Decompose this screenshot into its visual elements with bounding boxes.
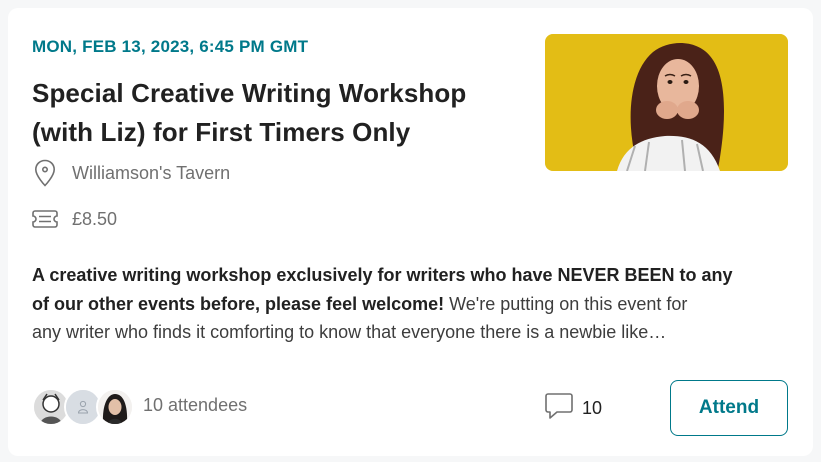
event-title[interactable]: Special Creative Writing Workshop (with … xyxy=(32,74,512,152)
description-bold-1: A creative writing workshop exclusively … xyxy=(32,265,733,285)
description-line-3: any writer who finds it comforting to kn… xyxy=(32,322,667,342)
attend-button[interactable]: Attend xyxy=(670,380,788,436)
avatar[interactable] xyxy=(96,388,134,426)
description-line-1: A creative writing workshop exclusively … xyxy=(32,261,792,290)
venue-row: Williamson's Tavern xyxy=(32,158,230,188)
ticket-icon xyxy=(32,204,58,234)
comment-count: 10 xyxy=(582,397,603,418)
event-image[interactable] xyxy=(545,34,788,171)
event-description: A creative writing workshop exclusively … xyxy=(32,261,792,347)
event-title-line-1: Special Creative Writing Workshop xyxy=(32,78,467,108)
comments[interactable]: 10 xyxy=(544,392,602,424)
location-pin-icon xyxy=(32,158,58,188)
price-row: £8.50 xyxy=(32,204,117,234)
description-plain-2: We're putting on this event for xyxy=(444,293,688,314)
comment-icon[interactable] xyxy=(544,391,574,426)
description-bold-2: of our other events before, please feel … xyxy=(32,293,445,314)
event-title-line-2: (with Liz) for First Timers Only xyxy=(32,117,411,147)
event-card[interactable]: MON, FEB 13, 2023, 6:45 PM GMT Special C… xyxy=(8,8,813,456)
event-date: MON, FEB 13, 2023, 6:45 PM GMT xyxy=(32,37,309,56)
description-line-2: of our other events before, please feel … xyxy=(32,290,792,319)
attendee-count[interactable]: 10 attendees xyxy=(143,395,247,416)
event-price: £8.50 xyxy=(72,208,118,229)
attendee-avatars[interactable] xyxy=(32,388,134,426)
venue-name: Williamson's Tavern xyxy=(72,162,231,183)
